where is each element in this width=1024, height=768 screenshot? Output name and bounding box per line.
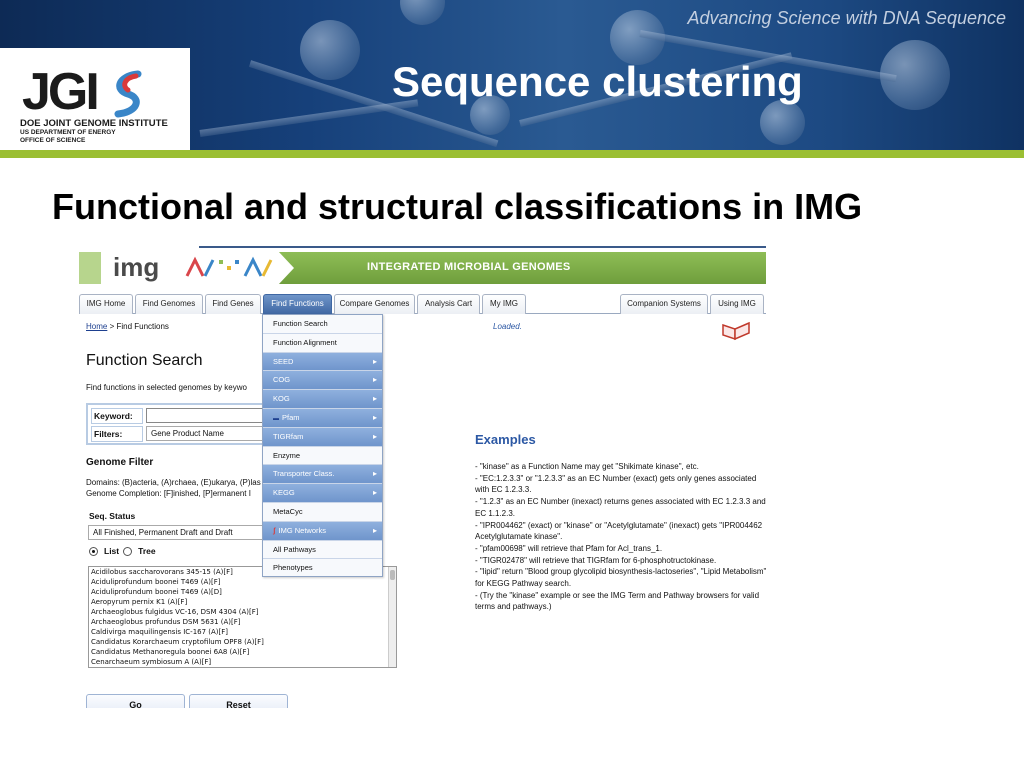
list-radio[interactable] bbox=[89, 546, 98, 556]
tab-companion-systems[interactable]: Companion Systems bbox=[620, 294, 708, 314]
nav-tabs: IMG Home Find Genomes Find Genes Find Fu… bbox=[79, 294, 766, 314]
domains-legend: Domains: (B)acteria, (A)rchaea, (E)ukary… bbox=[86, 478, 261, 487]
tab-img-home[interactable]: IMG Home bbox=[79, 294, 133, 314]
example-item: - "EC:1.2.3.3" or "1.2.3.3" as an EC Num… bbox=[475, 473, 757, 495]
img-networks-icon: ʃ bbox=[273, 525, 276, 535]
slide: Advancing Science with DNA Sequence Sequ… bbox=[0, 0, 1024, 768]
examples-list: - "kinase" as a Function Name may get "S… bbox=[475, 461, 766, 613]
view-mode-radios: List Tree bbox=[89, 546, 156, 556]
keyword-label: Keyword: bbox=[91, 408, 143, 424]
list-item[interactable]: Cenarchaeum symbiosum A (A)[F] bbox=[89, 657, 396, 667]
list-item[interactable]: Aciduliprofundum boonei T469 (A)[D] bbox=[89, 587, 396, 597]
tab-using-img[interactable]: Using IMG bbox=[710, 294, 764, 314]
example-item: - "TIGR02478" will retrieve that TIGRfam… bbox=[475, 555, 717, 565]
menu-item-pfam-label: Pfam bbox=[282, 412, 300, 422]
pfam-icon: ▬ bbox=[273, 415, 279, 422]
genome-filter-title: Genome Filter bbox=[86, 457, 154, 468]
seq-status-select[interactable]: All Finished, Permanent Draft and Draft bbox=[88, 525, 263, 540]
menu-item-enzyme[interactable]: Enzyme bbox=[263, 447, 382, 466]
img-screenshot: img INTEGRATED MICROBIAL GENOMES IMG Hom… bbox=[79, 246, 766, 708]
list-item[interactable]: Caldivirga maquilingensis IC-167 (A)[F] bbox=[89, 627, 396, 637]
menu-item-img-networks-label: IMG Networks bbox=[278, 525, 327, 535]
jgi-line-3: OFFICE OF SCIENCE bbox=[20, 137, 86, 144]
jgi-line-2: US DEPARTMENT OF ENERGY bbox=[20, 129, 116, 136]
book-icon[interactable] bbox=[721, 319, 751, 341]
top-rule bbox=[199, 246, 766, 248]
keyword-input[interactable] bbox=[146, 408, 268, 423]
tab-analysis-cart[interactable]: Analysis Cart bbox=[417, 294, 480, 314]
example-item: - "lipid" return "Blood group glycolipid… bbox=[475, 567, 766, 589]
menu-item-seed[interactable]: SEED bbox=[263, 352, 382, 372]
tab-find-genomes[interactable]: Find Genomes bbox=[135, 294, 203, 314]
seq-status-label: Seq. Status bbox=[89, 511, 136, 521]
reset-button[interactable]: Reset bbox=[189, 694, 288, 708]
example-item: - (Try the "kinase" example or see the I… bbox=[475, 590, 760, 612]
tab-my-img[interactable]: My IMG bbox=[482, 294, 526, 314]
example-item: - "kinase" as a Function Name may get "S… bbox=[475, 462, 699, 471]
slide-title: Sequence clustering bbox=[392, 58, 803, 105]
completion-legend: Genome Completion: [F]inished, [P]ermane… bbox=[86, 489, 251, 498]
menu-item-phenotypes[interactable]: Phenotypes bbox=[263, 559, 382, 578]
slide-subtitle: Functional and structural classification… bbox=[52, 186, 863, 227]
menu-item-metacyc[interactable]: MetaCyc bbox=[263, 503, 382, 522]
menu-item-function-search[interactable]: Function Search bbox=[263, 315, 382, 334]
filters-select[interactable]: Gene Product Name bbox=[146, 426, 268, 441]
tab-find-genes[interactable]: Find Genes bbox=[205, 294, 261, 314]
list-scrollbar[interactable] bbox=[388, 567, 396, 667]
list-item[interactable]: Archaeoglobus fulgidus VC-16, DSM 4304 (… bbox=[89, 607, 396, 617]
list-item[interactable]: Candidatus Methanoregula boonei 6A8 (A)[… bbox=[89, 647, 396, 657]
jgi-line-1: DOE JOINT GENOME INSTITUTE bbox=[20, 118, 168, 129]
find-functions-menu: Function Search Function Alignment SEED … bbox=[262, 314, 383, 577]
tree-radio[interactable] bbox=[123, 546, 133, 556]
tree-radio-label: Tree bbox=[138, 546, 156, 556]
examples-title: Examples bbox=[475, 432, 536, 447]
list-item[interactable]: Archaeoglobus profundus DSM 5631 (A)[F] bbox=[89, 617, 396, 627]
menu-item-kog[interactable]: KOG bbox=[263, 390, 382, 409]
breadcrumb-home-link[interactable]: Home bbox=[86, 322, 107, 331]
tagline: Advancing Science with DNA Sequence bbox=[687, 8, 1006, 28]
menu-item-pfam[interactable]: ▬ Pfam bbox=[263, 408, 382, 428]
jgi-wordmark: JGI bbox=[22, 63, 100, 121]
breadcrumb-current: > Find Functions bbox=[107, 322, 169, 331]
search-form: Keyword: Filters: Gene Product Name bbox=[86, 403, 268, 445]
list-item[interactable]: Aeropyrum pernix K1 (A)[F] bbox=[89, 597, 396, 607]
menu-item-tigrfam[interactable]: TIGRfam bbox=[263, 427, 382, 447]
tab-find-functions[interactable]: Find Functions bbox=[263, 294, 332, 314]
genome-list[interactable]: Acidilobus saccharovorans 345-15 (A)[F] … bbox=[88, 566, 397, 668]
img-logo[interactable]: img bbox=[113, 252, 159, 283]
tab-compare-genomes[interactable]: Compare Genomes bbox=[334, 294, 415, 314]
list-radio-label: List bbox=[104, 546, 120, 556]
list-item[interactable]: Aciduliprofundum boonei T469 (A)[F] bbox=[89, 577, 396, 587]
breadcrumb: Home > Find Functions bbox=[86, 322, 169, 331]
scroll-thumb[interactable] bbox=[390, 570, 395, 580]
img-logo-bar bbox=[79, 252, 101, 284]
example-item: - "pfam00698" will retrieve that Pfam fo… bbox=[475, 543, 663, 553]
status-loaded: Loaded. bbox=[493, 322, 522, 331]
img-banner-text: INTEGRATED MICROBIAL GENOMES bbox=[367, 261, 571, 273]
header-stripe bbox=[0, 150, 1024, 158]
example-item: - "1.2.3" as an EC Number (inexact) retu… bbox=[475, 497, 766, 518]
menu-item-kegg[interactable]: KEGG bbox=[263, 484, 382, 503]
menu-item-img-networks[interactable]: ʃ IMG Networks bbox=[263, 521, 382, 541]
go-button[interactable]: Go bbox=[86, 694, 185, 708]
list-item[interactable]: Candidatus Korarchaeum cryptofilum OPF8 … bbox=[89, 637, 396, 647]
menu-item-all-pathways[interactable]: All Pathways bbox=[263, 541, 382, 560]
page-title: Function Search bbox=[86, 352, 203, 369]
dna-icon bbox=[185, 256, 273, 277]
jgi-swirl-icon bbox=[114, 70, 142, 118]
example-item: - "IPR004462" (exact) or "kinase" or "Ac… bbox=[475, 520, 763, 542]
menu-item-function-alignment[interactable]: Function Alignment bbox=[263, 334, 382, 353]
filters-label: Filters: bbox=[91, 426, 143, 442]
menu-item-transporter-class[interactable]: Transporter Class. bbox=[263, 465, 382, 485]
menu-item-cog[interactable]: COG bbox=[263, 371, 382, 391]
search-description: Find functions in selected genomes by ke… bbox=[86, 383, 247, 392]
